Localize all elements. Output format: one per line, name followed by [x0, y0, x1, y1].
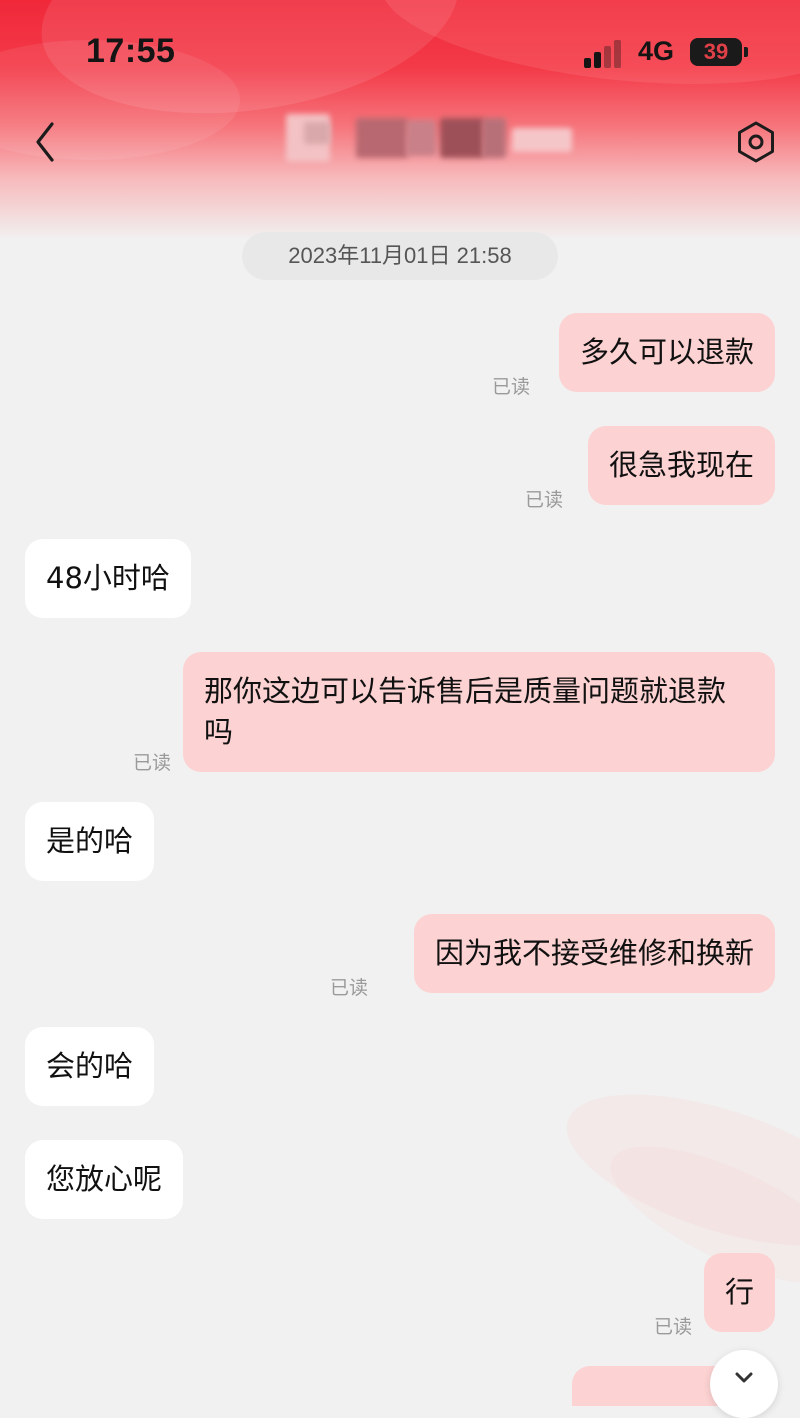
battery-level: 39 [703, 39, 729, 64]
network-type: 4G [638, 36, 675, 66]
read-receipt: 已读 [524, 489, 563, 511]
back-button[interactable] [30, 118, 66, 166]
read-receipt: 已读 [491, 376, 530, 398]
status-time: 17:55 [86, 32, 176, 70]
chevron-left-icon [36, 122, 54, 162]
battery-icon: 39 [690, 38, 742, 66]
message-bubble-outgoing[interactable]: 多久可以退款 [558, 313, 775, 392]
settings-button[interactable] [734, 120, 778, 164]
status-bar: 17:55 4G 39 [0, 0, 800, 100]
message-bubble-incoming[interactable]: 48小时哈 [25, 539, 191, 618]
scroll-to-bottom-button[interactable] [710, 1350, 778, 1418]
read-receipt: 已读 [329, 977, 368, 999]
read-receipt: 已读 [133, 752, 172, 774]
hexagon-gear-icon [738, 121, 774, 163]
message-bubble-incoming[interactable]: 是的哈 [25, 802, 155, 881]
read-receipt: 已读 [653, 1316, 692, 1338]
contact-name-blurred [286, 108, 586, 168]
battery-tip [744, 47, 748, 57]
message-bubble-outgoing[interactable]: 那你这边可以告诉售后是质量问题就退款吗 [183, 652, 775, 772]
message-bubble-outgoing[interactable]: 行 [703, 1253, 775, 1332]
message-bubble-outgoing[interactable]: 很急我现在 [587, 426, 775, 505]
message-bubble-incoming[interactable]: 会的哈 [25, 1027, 155, 1106]
chat-timestamp: 2023年11月01日 21:58 [242, 232, 558, 280]
chevron-down-icon [735, 1372, 753, 1383]
message-bubble-outgoing[interactable]: 因为我不接受维修和换新 [413, 914, 775, 993]
message-bubble-incoming[interactable]: 您放心呢 [25, 1140, 184, 1219]
signal-strength-icon [584, 40, 628, 68]
message-bubble-outgoing-partial [572, 1366, 732, 1406]
